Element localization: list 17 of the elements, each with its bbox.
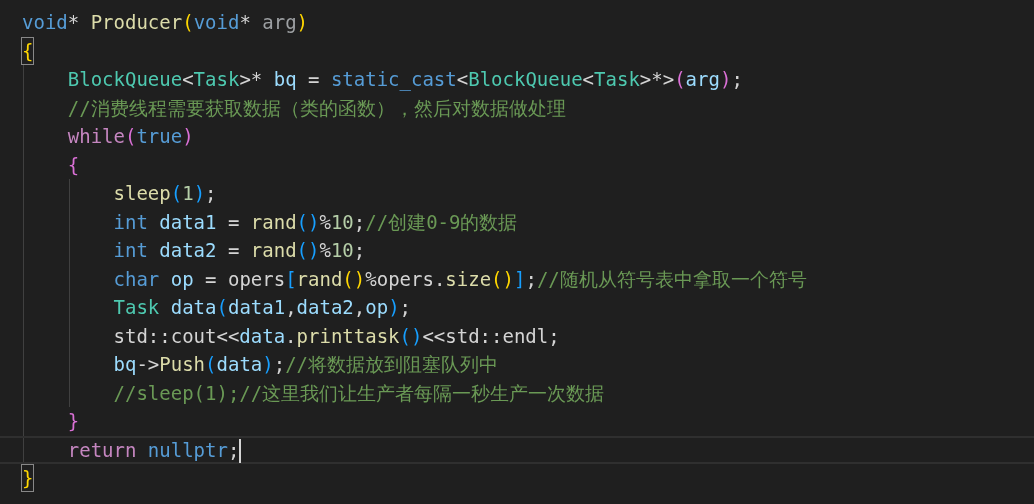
code-line: //sleep(1);//这里我们让生产者每隔一秒生产一次数据 — [112, 380, 605, 406]
code-line: int data2 = rand()%10; — [112, 238, 366, 264]
code-line: bq->Push(data);//将数据放到阻塞队列中 — [112, 352, 499, 378]
code-line: Task data(data1,data2,op); — [112, 295, 412, 321]
code-line: //消费线程需要获取数据（类的函数），然后对数据做处理 — [66, 95, 566, 121]
code-line: void* Producer(void* arg) — [22, 10, 309, 36]
code-line: char op = opers[rand()%opers.size()];//随机从符号表中拿取一个符号 — [112, 266, 807, 292]
code-line: } — [66, 409, 80, 435]
code-line: return nullptr; — [66, 437, 242, 463]
code-line: sleep(1); — [112, 181, 217, 207]
code-line: int data1 = rand()%10;//创建0-9的数据 — [112, 209, 518, 235]
code-line: while(true) — [66, 124, 194, 150]
code-line: { — [66, 152, 80, 178]
code-line: BlockQueue<Task>* bq = static_cast<BlockQueue<Task>*>(arg); — [66, 67, 743, 93]
code-line: { — [22, 37, 34, 64]
code-line: } — [22, 465, 34, 492]
code-line: std::cout<<data.printtask()<<std::endl; — [112, 323, 560, 349]
